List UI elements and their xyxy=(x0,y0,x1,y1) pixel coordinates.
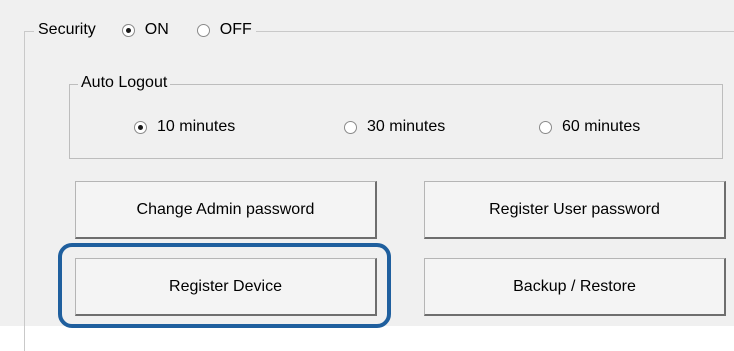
auto-logout-60-label: 60 minutes xyxy=(562,118,641,135)
radio-checked-icon xyxy=(134,120,147,134)
security-settings-panel: Security ON OFF Auto Logout 10 minutes 3… xyxy=(0,0,734,351)
register-user-password-button[interactable]: Register User password xyxy=(424,181,726,239)
radio-unchecked-icon xyxy=(196,23,210,37)
security-label: Security xyxy=(38,21,96,38)
register-device-button[interactable]: Register Device xyxy=(75,258,377,316)
auto-logout-label: Auto Logout xyxy=(78,74,171,92)
radio-unchecked-icon xyxy=(539,120,552,134)
backup-restore-button[interactable]: Backup / Restore xyxy=(424,258,726,316)
security-off-radio[interactable]: OFF xyxy=(196,21,252,39)
security-legend: Security ON OFF xyxy=(34,18,256,42)
radio-unchecked-icon xyxy=(344,120,357,134)
radio-checked-icon xyxy=(121,23,135,37)
change-admin-password-button[interactable]: Change Admin password xyxy=(75,181,377,239)
security-on-radio[interactable]: ON xyxy=(121,21,169,39)
security-off-label: OFF xyxy=(219,21,252,38)
auto-logout-30-label: 30 minutes xyxy=(367,118,446,135)
security-on-label: ON xyxy=(144,21,169,38)
auto-logout-10-label: 10 minutes xyxy=(157,118,236,135)
auto-logout-10-radio[interactable]: 10 minutes xyxy=(134,118,235,136)
auto-logout-60-radio[interactable]: 60 minutes xyxy=(539,118,640,136)
auto-logout-30-radio[interactable]: 30 minutes xyxy=(344,118,445,136)
